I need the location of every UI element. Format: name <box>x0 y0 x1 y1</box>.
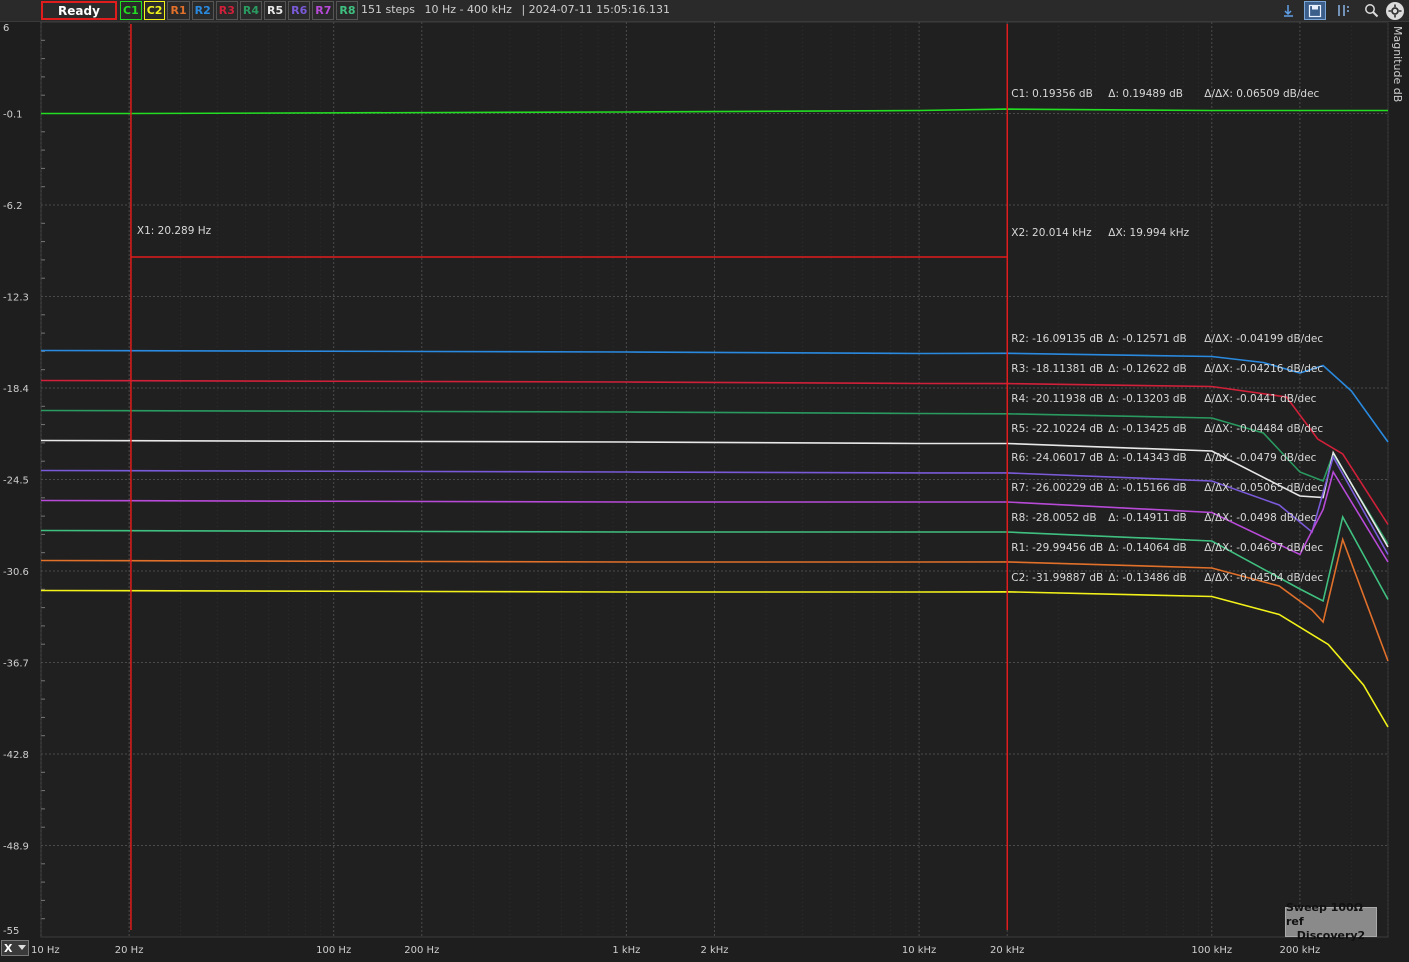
readout-name: R3: -18.11381 dB <box>1011 363 1103 375</box>
y-axis-title: Magnitude dB <box>1391 26 1404 102</box>
x-tick-label: 100 Hz <box>316 945 351 956</box>
readout-name: R4: -20.11938 dB <box>1011 393 1103 405</box>
plot-area[interactable]: 6 -0.1 -6.2 -12.3 -18.4 -24.5 -30.6 -36.7 -42.8 -… <box>0 21 1409 958</box>
readout-name: C2: -31.99887 dB <box>1011 572 1103 584</box>
channel-tabs: C1 C2 R1 R2 R3 R4 R5 R6 R7 R8 <box>120 1 359 20</box>
timestamp: | 2024-07-11 15:05:16.131 <box>521 3 670 16</box>
readout-slope: Δ/ΔX: -0.0479 dB/dec <box>1204 452 1316 464</box>
readout-delta: Δ: -0.13203 dB <box>1108 393 1186 405</box>
readout-slope: Δ/ΔX: -0.04504 dB/dec <box>1204 572 1323 584</box>
x-tick-label: 2 kHz <box>700 945 728 956</box>
readout-name: R8: -28.0052 dB <box>1011 512 1096 524</box>
channel-tab-r2[interactable]: R2 <box>191 1 214 20</box>
y-tick-label: 6 <box>3 23 9 34</box>
readout-delta: Δ: -0.15166 dB <box>1108 482 1186 494</box>
channel-tab-r4[interactable]: R4 <box>239 1 262 20</box>
readout-delta: Δ: 0.19489 dB <box>1108 88 1183 100</box>
chevron-down-icon <box>18 945 26 950</box>
channel-tab-r3[interactable]: R3 <box>215 1 238 20</box>
y-tick-label: -6.2 <box>3 201 23 212</box>
readout-slope: Δ/ΔX: -0.04697 dB/dec <box>1204 542 1323 554</box>
sweep-label-line2: Discovery2 <box>1296 929 1366 942</box>
sweep-reference-label: Sweep 100Ω ref Discovery2 <box>1285 901 1377 942</box>
cursor-icon[interactable] <box>1279 1 1298 20</box>
magnitude-chart[interactable]: 6 -0.1 -6.2 -12.3 -18.4 -24.5 -30.6 -36.7 -42.8 -… <box>0 21 1409 958</box>
settings-icon[interactable] <box>1386 2 1404 20</box>
x-tick-label: 20 Hz <box>115 945 144 956</box>
readout-slope: Δ/ΔX: -0.04199 dB/dec <box>1204 333 1323 345</box>
cursor-x2-label: X2: 20.014 kHz <box>1011 227 1092 239</box>
channel-tab-r7[interactable]: R7 <box>312 1 335 20</box>
frequency-range: 10 Hz - 400 kHz <box>424 3 512 16</box>
y-tick-label: -18.4 <box>3 384 29 395</box>
readout-name: C1: 0.19356 dB <box>1011 88 1093 100</box>
readout-slope: Δ/ΔX: -0.04484 dB/dec <box>1204 423 1323 435</box>
channel-tab-c1[interactable]: C1 <box>120 1 142 20</box>
y-tick-label: -30.6 <box>3 567 29 578</box>
y-tick-label: -36.7 <box>3 659 29 670</box>
toolbar: Ready C1 C2 R1 R2 R3 R4 R5 R6 R7 R8 151 steps 10 … <box>0 0 1409 22</box>
x-tick-label: 1 kHz <box>612 945 640 956</box>
y-tick-label: -24.5 <box>3 476 29 487</box>
channel-tab-r6[interactable]: R6 <box>288 1 311 20</box>
status-badge: Ready <box>41 1 117 20</box>
x-tick-label: 20 kHz <box>990 945 1024 956</box>
zoom-icon[interactable] <box>1362 1 1381 20</box>
measure-icon[interactable] <box>1334 1 1353 20</box>
channel-tab-r1[interactable]: R1 <box>167 1 190 20</box>
readout-slope: Δ/ΔX: -0.05065 dB/dec <box>1204 482 1323 494</box>
x-axis-menu-label: X <box>4 941 13 955</box>
readout-delta: Δ: -0.13425 dB <box>1108 423 1186 435</box>
readout-slope: Δ/ΔX: -0.04216 dB/dec <box>1204 363 1323 375</box>
readout-delta: Δ: -0.12571 dB <box>1108 333 1186 345</box>
channel-tab-r8[interactable]: R8 <box>336 1 359 20</box>
cursor-x1-label: X1: 20.289 Hz <box>137 225 212 237</box>
readout-name: R2: -16.09135 dB <box>1011 333 1103 345</box>
readout-name: R7: -26.00229 dB <box>1011 482 1103 494</box>
y-tick-label: -12.3 <box>3 293 29 304</box>
readout-delta: Δ: -0.12622 dB <box>1108 363 1186 375</box>
y-tick-label: -0.1 <box>3 110 23 121</box>
cursor-dx-label: ΔX: 19.994 kHz <box>1108 227 1189 239</box>
y-tick-label: -42.8 <box>3 750 29 761</box>
readout-slope: Δ/ΔX: 0.06509 dB/dec <box>1204 88 1319 100</box>
x-tick-label: 200 kHz <box>1279 945 1320 956</box>
x-tick-label: 10 Hz <box>31 945 60 956</box>
channel-tab-c2[interactable]: C2 <box>143 1 166 20</box>
readout-name: R1: -29.99456 dB <box>1011 542 1103 554</box>
readout-delta: Δ: -0.14343 dB <box>1108 452 1186 464</box>
readout-name: R5: -22.10224 dB <box>1011 423 1103 435</box>
x-axis-menu-button[interactable]: X <box>1 940 29 956</box>
readout-delta: Δ: -0.14064 dB <box>1108 542 1186 554</box>
save-icon[interactable] <box>1304 1 1326 20</box>
readout-delta: Δ: -0.13486 dB <box>1108 572 1186 584</box>
x-tick-label: 10 kHz <box>902 945 936 956</box>
readout-delta: Δ: -0.14911 dB <box>1108 512 1186 524</box>
x-tick-label: 200 Hz <box>404 945 439 956</box>
y-tick-label: -55 <box>3 926 19 937</box>
steps-count: 151 steps <box>361 3 416 16</box>
channel-tab-r5[interactable]: R5 <box>263 1 287 20</box>
readout-slope: Δ/ΔX: -0.0441 dB/dec <box>1204 393 1316 405</box>
sweep-label-line1: Sweep 100Ω ref <box>1286 901 1364 928</box>
readout-slope: Δ/ΔX: -0.0498 dB/dec <box>1204 512 1316 524</box>
readout-name: R6: -24.06017 dB <box>1011 452 1103 464</box>
x-tick-label: 100 kHz <box>1191 945 1232 956</box>
y-tick-label: -48.9 <box>3 842 29 853</box>
sweep-info: 151 steps 10 Hz - 400 kHz | 2024-07-11 1… <box>361 3 676 16</box>
